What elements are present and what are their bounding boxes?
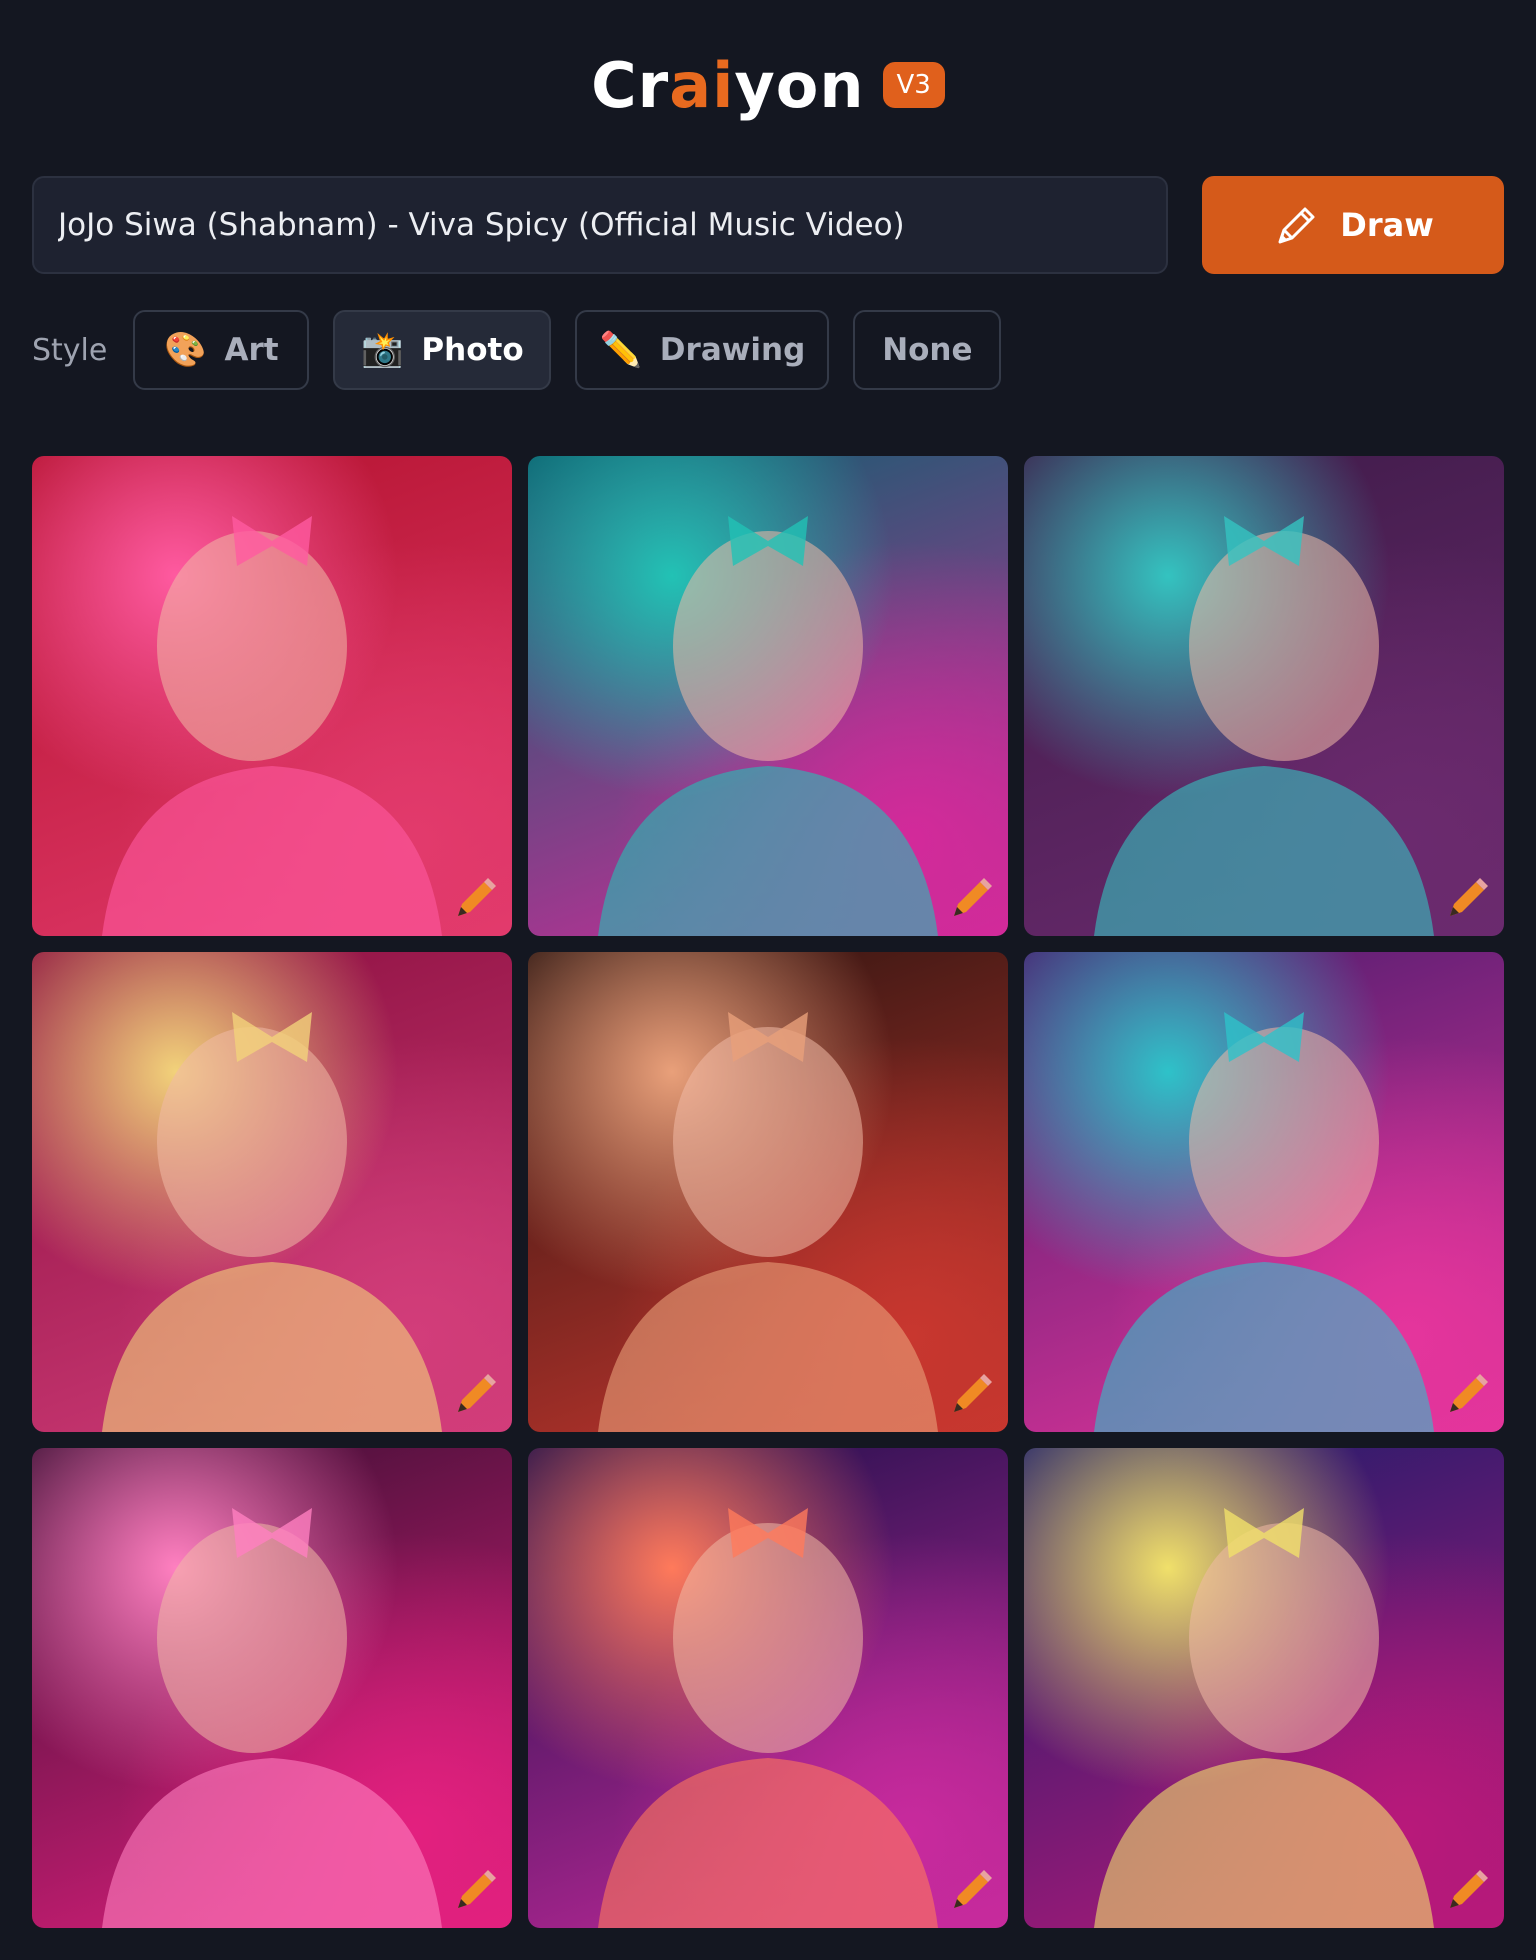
portrait-silhouette [102, 1508, 442, 1928]
style-selector: Style 🎨 Art 📸 Photo ✏️ Drawing None [32, 308, 1025, 392]
pencil-icon[interactable] [1440, 1368, 1492, 1420]
craiyon-page: Craiyon V3 Draw Style 🎨 Art 📸 P [0, 0, 1536, 1960]
pencil-icon [1278, 207, 1315, 244]
portrait-silhouette [598, 1012, 938, 1432]
pencil-icon: ✏️ [599, 330, 642, 370]
pencil-icon[interactable] [1440, 1864, 1492, 1916]
pencil-icon[interactable] [944, 1864, 996, 1916]
pencil-icon[interactable] [944, 872, 996, 924]
style-label: Style [32, 332, 108, 368]
logo[interactable]: Craiyon [591, 49, 864, 122]
style-option-drawing[interactable]: ✏️ Drawing [575, 310, 830, 390]
generated-image[interactable] [1024, 952, 1504, 1432]
generated-image[interactable] [1024, 1448, 1504, 1928]
portrait-silhouette [1094, 1012, 1434, 1432]
style-option-label: Drawing [659, 332, 806, 368]
pencil-icon[interactable] [448, 1864, 500, 1916]
draw-button[interactable]: Draw [1202, 176, 1504, 274]
portrait-silhouette [1094, 1508, 1434, 1928]
pencil-icon[interactable] [448, 872, 500, 924]
generated-image[interactable] [528, 456, 1008, 936]
style-option-label: None [882, 332, 973, 368]
style-option-art[interactable]: 🎨 Art [133, 310, 310, 390]
pencil-icon[interactable] [448, 1368, 500, 1420]
prompt-row: Draw [32, 176, 1504, 276]
portrait-silhouette [598, 516, 938, 936]
prompt-input[interactable] [32, 176, 1168, 274]
portrait-silhouette [102, 1012, 442, 1432]
logo-text-accent: ai [669, 48, 735, 122]
generated-image[interactable] [32, 1448, 512, 1928]
style-option-photo[interactable]: 📸 Photo [333, 310, 552, 390]
version-badge: V3 [882, 62, 945, 108]
generated-image[interactable] [32, 456, 512, 936]
portrait-silhouette [102, 516, 442, 936]
style-option-label: Photo [421, 332, 524, 368]
style-option-none[interactable]: None [853, 310, 1002, 390]
logo-text-post: yon [734, 48, 865, 122]
palette-icon: 🎨 [164, 330, 207, 370]
generated-image[interactable] [528, 1448, 1008, 1928]
portrait-silhouette [1094, 516, 1434, 936]
logo-text-pre: Cr [591, 48, 670, 122]
generated-image[interactable] [1024, 456, 1504, 936]
header: Craiyon V3 [0, 40, 1536, 130]
style-option-label: Art [224, 332, 279, 368]
portrait-silhouette [598, 1508, 938, 1928]
generated-image[interactable] [528, 952, 1008, 1432]
camera-flash-icon: 📸 [361, 330, 404, 370]
generated-image[interactable] [32, 952, 512, 1432]
pencil-icon[interactable] [944, 1368, 996, 1420]
pencil-icon[interactable] [1440, 872, 1492, 924]
draw-button-label: Draw [1340, 206, 1434, 244]
